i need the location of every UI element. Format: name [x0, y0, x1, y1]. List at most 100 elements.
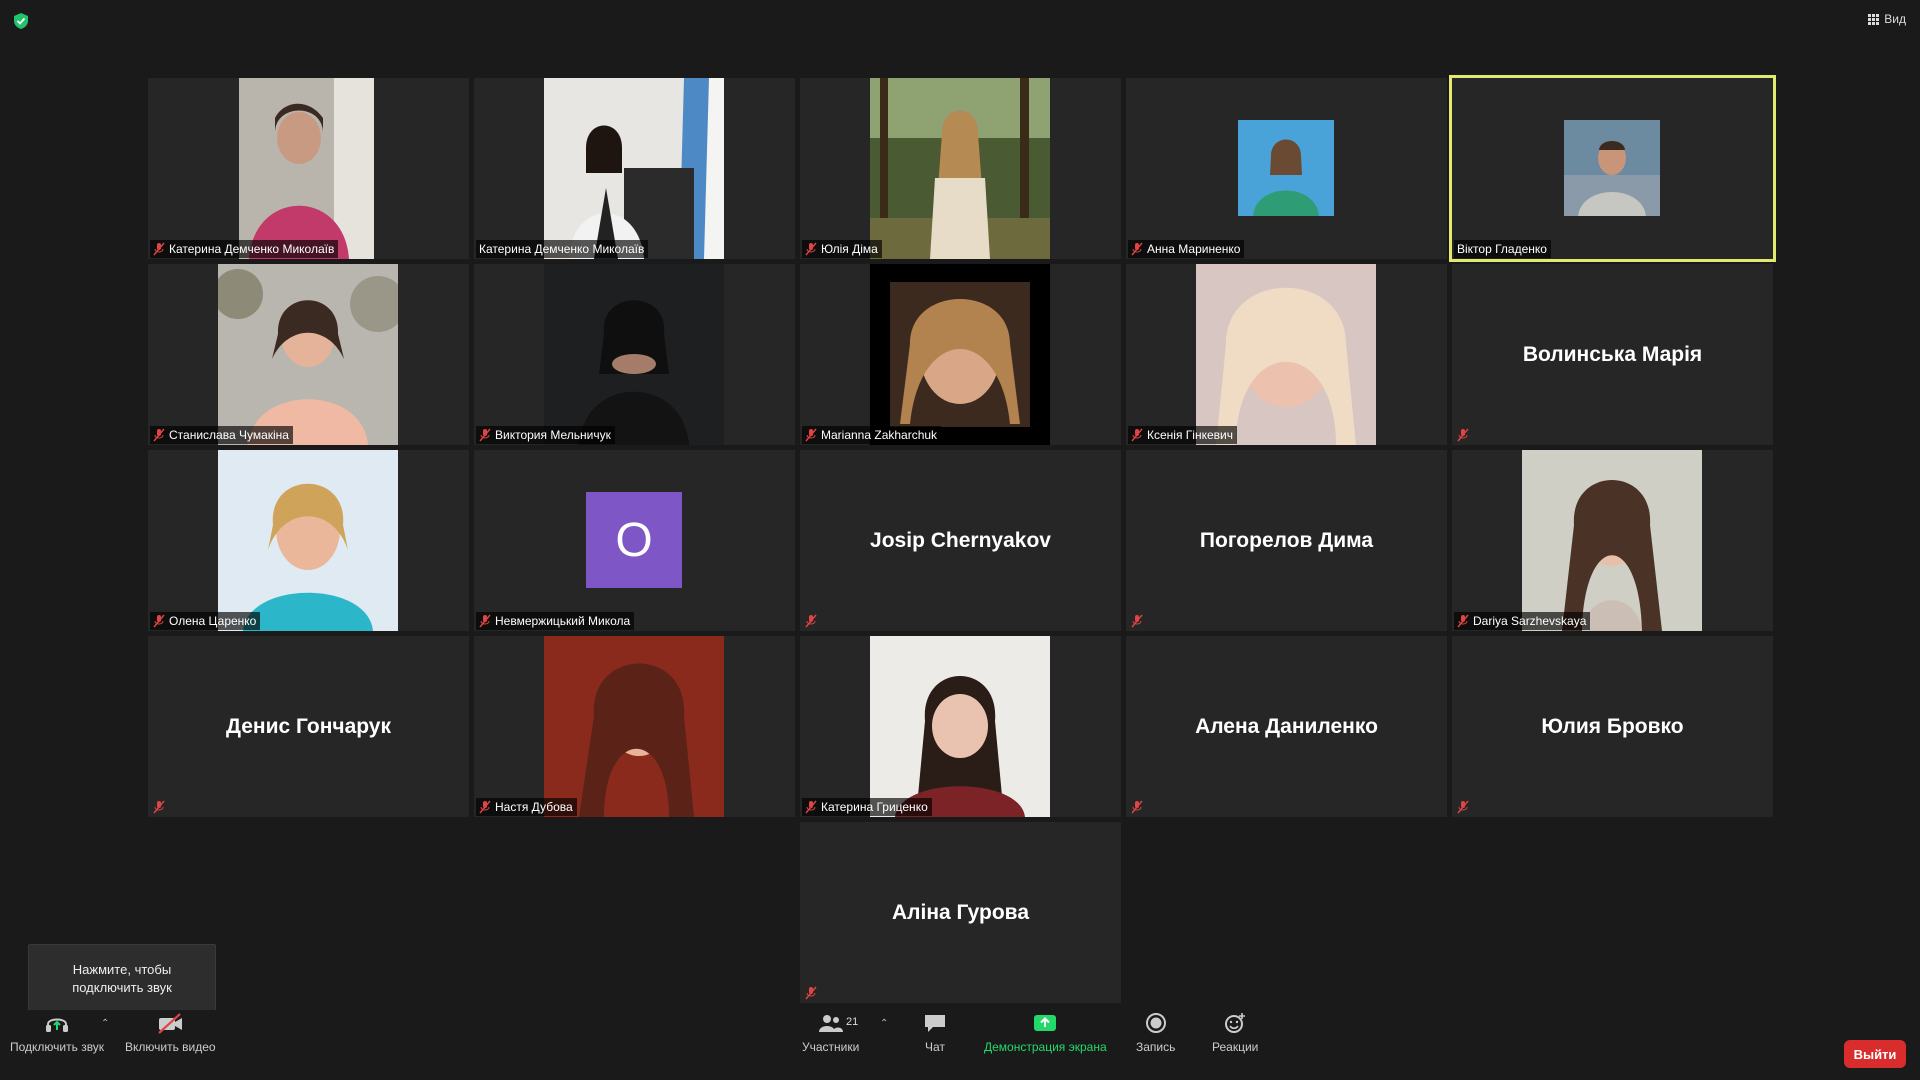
muted-mic-icon: [1457, 800, 1469, 814]
participants-label: Участники: [802, 1040, 860, 1054]
participant-name: Юлія Діма: [821, 242, 878, 256]
nameplate: Олена Царенко: [150, 612, 261, 630]
participant-tile[interactable]: Катерина Демченко Миколаїв: [474, 78, 795, 259]
participant-video: [870, 78, 1050, 259]
start-video-label: Включить видео: [125, 1040, 216, 1054]
participant-tile[interactable]: Олена Царенко: [148, 450, 469, 631]
shield-icon[interactable]: [12, 12, 30, 30]
share-screen-label: Демонстрация экрана: [984, 1040, 1107, 1054]
muted-mic-icon: [805, 986, 817, 1000]
audio-options-caret-icon[interactable]: ⌃: [101, 1018, 109, 1029]
participant-video: [870, 264, 1050, 445]
participant-name: Катерина Гриценко: [821, 800, 928, 814]
participant-video: [544, 78, 724, 259]
nameplate: [802, 984, 821, 1002]
participant-tile[interactable]: Josip Chernyakov: [800, 450, 1121, 631]
nameplate: Віктор Гладенко: [1454, 240, 1551, 258]
participant-name: Невмержицький Микола: [495, 614, 631, 628]
nameplate: Катерина Демченко Миколаїв: [476, 240, 649, 258]
muted-mic-icon: [479, 614, 491, 628]
participant-name: Віктор Гладенко: [1457, 242, 1547, 256]
record-icon: [1145, 1013, 1166, 1033]
muted-mic-icon: [805, 428, 817, 442]
chat-label: Чат: [925, 1040, 945, 1054]
participant-tile[interactable]: Юлія Діма: [800, 78, 1121, 259]
participant-video: [1238, 120, 1334, 216]
nameplate: Катерина Гриценко: [802, 798, 932, 816]
participant-tile[interactable]: Катерина Демченко Миколаїв: [148, 78, 469, 259]
join-audio-label: Подключить звук: [10, 1040, 105, 1054]
muted-mic-icon: [153, 242, 165, 256]
participant-video: [1522, 450, 1702, 631]
participant-tile[interactable]: Виктория Мельничук: [474, 264, 795, 445]
participant-video: [1196, 264, 1376, 445]
tooltip-line: подключить звук: [72, 980, 172, 995]
participant-video: [218, 450, 398, 631]
nameplate: [1454, 798, 1473, 816]
tooltip-line: Нажмите, чтобы: [72, 962, 172, 977]
join-audio-tooltip: Нажмите, чтобы подключить звук: [28, 944, 216, 1021]
participant-name-center: Волинська Марія: [1522, 342, 1703, 366]
muted-mic-icon: [153, 614, 165, 628]
participant-name: Настя Дубова: [495, 800, 573, 814]
participant-video: [1564, 120, 1660, 216]
participants-icon: [818, 1015, 843, 1032]
share-screen-button[interactable]: Демонстрация экрана: [984, 1012, 1107, 1054]
nameplate: Анна Мариненко: [1128, 240, 1245, 258]
muted-mic-icon: [153, 800, 165, 814]
nameplate: Невмержицький Микола: [476, 612, 635, 630]
participant-tile[interactable]: Волинська Марія: [1452, 264, 1773, 445]
participant-tile[interactable]: Настя Дубова: [474, 636, 795, 817]
participant-tile[interactable]: Marianna Zakharchuk: [800, 264, 1121, 445]
participants-options-caret-icon[interactable]: ⌃: [880, 1018, 888, 1029]
reactions-icon: [1225, 1013, 1246, 1033]
reactions-label: Реакции: [1212, 1040, 1259, 1054]
record-label: Запись: [1136, 1040, 1176, 1054]
view-button[interactable]: Вид: [1868, 12, 1906, 26]
chat-button[interactable]: Чат: [922, 1012, 948, 1054]
muted-mic-icon: [805, 242, 817, 256]
start-video-button[interactable]: Включить видео: [125, 1012, 216, 1054]
muted-mic-icon: [1131, 242, 1143, 256]
join-audio-button[interactable]: Подключить звук: [10, 1012, 104, 1054]
participant-tile[interactable]: Dariya Sarzhevskaya: [1452, 450, 1773, 631]
record-button[interactable]: Запись: [1136, 1012, 1175, 1054]
nameplate: Юлія Діма: [802, 240, 882, 258]
nameplate: Катерина Демченко Миколаїв: [150, 240, 339, 258]
participant-tile[interactable]: Погорелов Дима: [1126, 450, 1447, 631]
participant-name: Ксенія Гінкевич: [1147, 428, 1233, 442]
share-screen-icon: [1034, 1015, 1057, 1031]
participant-tile[interactable]: Ксенія Гінкевич: [1126, 264, 1447, 445]
reactions-button[interactable]: Реакции: [1212, 1012, 1258, 1054]
muted-mic-icon: [479, 800, 491, 814]
participant-name-center: Аліна Гурова: [891, 900, 1029, 924]
nameplate: [802, 612, 821, 630]
muted-mic-icon: [479, 428, 491, 442]
muted-mic-icon: [805, 800, 817, 814]
participant-tile[interactable]: Аліна Гурова: [800, 822, 1121, 1003]
nameplate: Станислава Чумакіна: [150, 426, 293, 444]
muted-mic-icon: [1131, 614, 1143, 628]
participant-tile[interactable]: Станислава Чумакіна: [148, 264, 469, 445]
participant-tile[interactable]: О Невмержицький Микола: [474, 450, 795, 631]
participant-name: Катерина Демченко Миколаїв: [479, 242, 645, 256]
leave-button[interactable]: Выйти: [1844, 1040, 1906, 1068]
nameplate: [1128, 798, 1147, 816]
participant-tile[interactable]: Анна Мариненко: [1126, 78, 1447, 259]
video-off-icon: [158, 1013, 183, 1034]
participant-name-center: Денис Гончарук: [226, 714, 391, 738]
meeting-toolbar: Подключить звук ⌃ Включить видео Участни…: [0, 1010, 1920, 1080]
participant-tile[interactable]: Денис Гончарук: [148, 636, 469, 817]
muted-mic-icon: [1457, 614, 1469, 628]
participant-name: Катерина Демченко Миколаїв: [169, 242, 335, 256]
participant-tile[interactable]: Юлия Бровко: [1452, 636, 1773, 817]
nameplate: Ксенія Гінкевич: [1128, 426, 1237, 444]
participant-name-center: Алена Даниленко: [1195, 714, 1378, 738]
participant-video: [239, 78, 374, 259]
participant-tile[interactable]: Катерина Гриценко: [800, 636, 1121, 817]
participant-tile-active-speaker[interactable]: Віктор Гладенко: [1449, 75, 1776, 262]
participant-name: Станислава Чумакіна: [169, 428, 289, 442]
participant-name: Marianna Zakharchuk: [821, 428, 938, 442]
headphones-icon: [46, 1018, 69, 1032]
participant-tile[interactable]: Алена Даниленко: [1126, 636, 1447, 817]
